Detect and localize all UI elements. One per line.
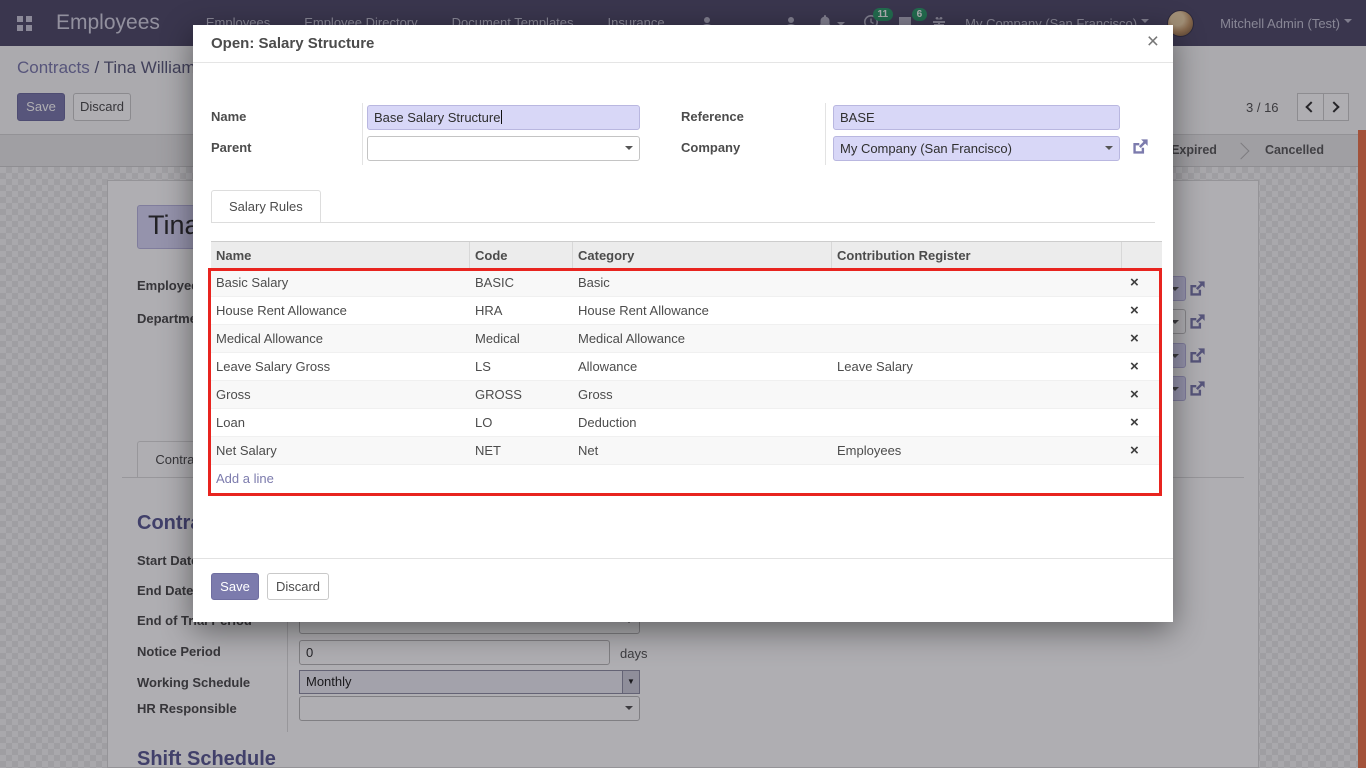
delete-row-icon[interactable]: × [1122,274,1162,291]
delete-row-icon[interactable]: × [1122,358,1162,375]
table-row[interactable]: House Rent Allowance HRA House Rent Allo… [211,297,1162,325]
salary-structure-modal: Open: Salary Structure × Name Base Salar… [193,25,1173,622]
header-code[interactable]: Code [470,242,573,269]
modal-footer-separator [193,558,1173,559]
modal-title: Open: Salary Structure [211,35,374,52]
modal-label-separator [362,103,363,165]
modal-tab-strip-line [211,222,1155,223]
reference-label: Reference [681,109,744,124]
delete-row-icon[interactable]: × [1122,414,1162,431]
table-header-row: Name Code Category Contribution Register [211,241,1162,269]
modal-save-button[interactable]: Save [211,573,259,600]
company-external-link-icon[interactable] [1131,137,1150,156]
header-name[interactable]: Name [211,242,470,269]
delete-row-icon[interactable]: × [1122,386,1162,403]
header-contribution-register[interactable]: Contribution Register [832,242,1122,269]
company-label: Company [681,140,740,155]
tab-salary-rules[interactable]: Salary Rules [211,190,321,223]
name-label: Name [211,109,246,124]
screen: Employees Employees Employee Directory D… [0,0,1366,768]
add-a-line-link[interactable]: Add a line [211,465,1162,493]
table-row[interactable]: Loan LO Deduction × [211,409,1162,437]
delete-row-icon[interactable]: × [1122,302,1162,319]
modal-discard-button[interactable]: Discard [267,573,329,600]
modal-header: Open: Salary Structure × [193,25,1173,63]
parent-dropdown[interactable] [367,136,640,161]
table-row[interactable]: Basic Salary BASIC Basic × [211,269,1162,297]
delete-row-icon[interactable]: × [1122,442,1162,459]
table-row[interactable]: Medical Allowance Medical Medical Allowa… [211,325,1162,353]
parent-label: Parent [211,140,251,155]
reference-input[interactable]: BASE [833,105,1120,130]
table-row[interactable]: Net Salary NET Net Employees × [211,437,1162,465]
name-input[interactable]: Base Salary Structure [367,105,640,130]
text-cursor [501,110,502,124]
table-row[interactable]: Leave Salary Gross LS Allowance Leave Sa… [211,353,1162,381]
salary-rules-table: Name Code Category Contribution Register… [211,241,1162,493]
delete-row-icon[interactable]: × [1122,330,1162,347]
modal-label-separator [825,103,826,165]
table-row[interactable]: Gross GROSS Gross × [211,381,1162,409]
company-dropdown[interactable]: My Company (San Francisco) [833,136,1120,161]
close-icon[interactable]: × [1147,31,1159,52]
header-category[interactable]: Category [573,242,832,269]
